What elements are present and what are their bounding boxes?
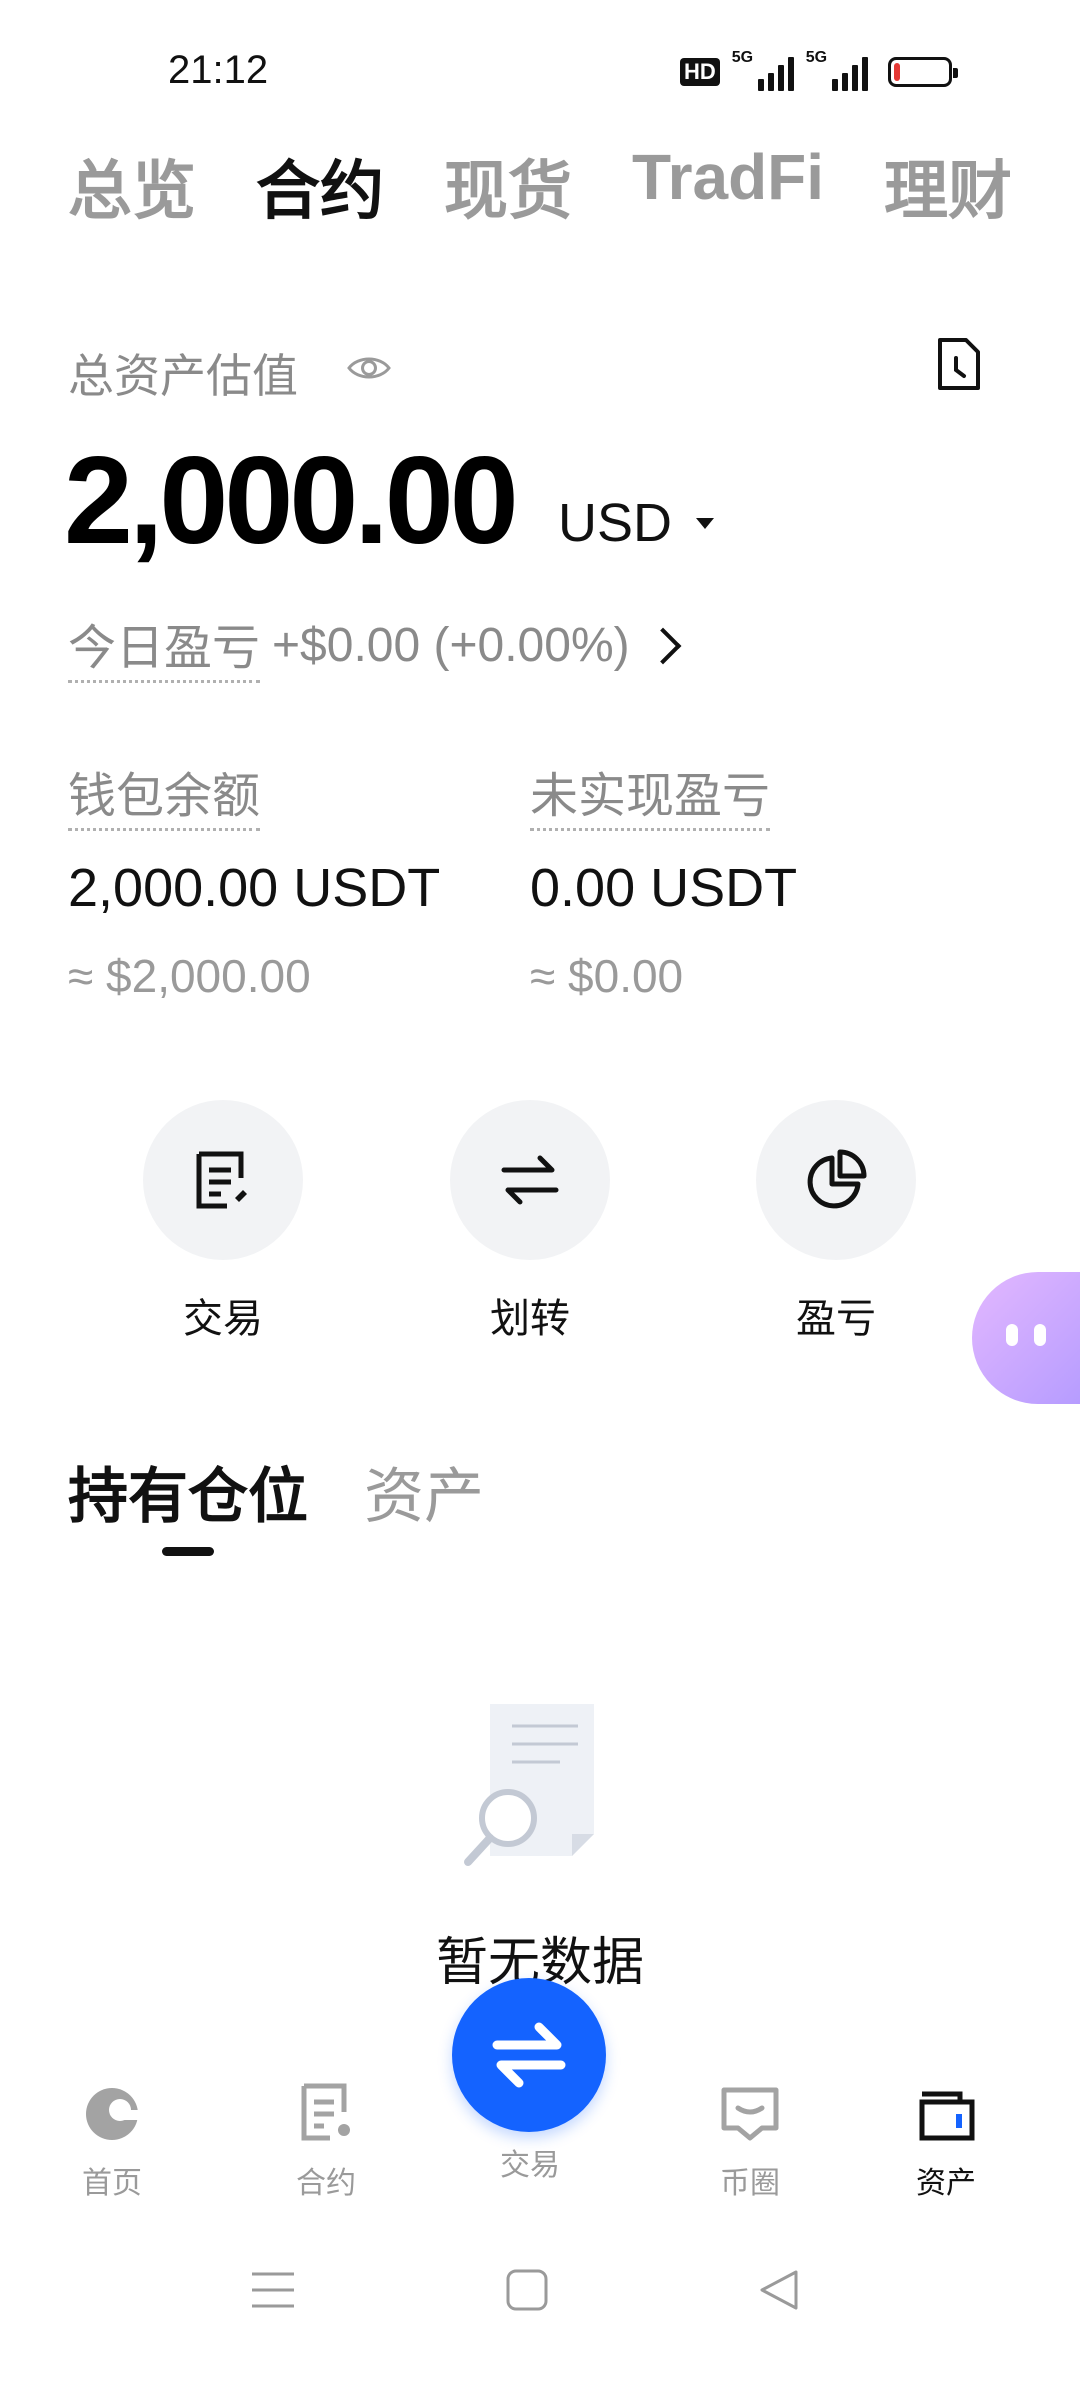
unrealized-pnl-value: 0.00 USDT: [530, 858, 798, 918]
transfer-arrows-icon: [501, 1155, 559, 1205]
wallet-balance-approx: ≈ $2,000.00: [68, 950, 311, 1002]
trade-action-button[interactable]: 交易: [143, 1100, 303, 1344]
nav-trade-label: 交易: [500, 2148, 560, 2183]
swap-fab-button[interactable]: [452, 1978, 606, 2132]
contract-doc-icon: [301, 2083, 350, 2141]
currency-selector[interactable]: USD: [558, 492, 715, 554]
nav-community[interactable]: 币圈: [680, 2080, 820, 2202]
pnl-action-button[interactable]: 盈亏: [756, 1100, 916, 1344]
home-square-icon[interactable]: [505, 2268, 549, 2312]
today-pnl-value: +$0.00 (+0.00%): [272, 619, 630, 672]
today-pnl-label: 今日盈亏: [68, 608, 261, 683]
nav-community-label: 币圈: [720, 2166, 780, 2201]
transfer-action-button[interactable]: 划转: [450, 1100, 610, 1344]
tab-wealth[interactable]: 理财: [884, 140, 1012, 232]
pnl-action-label: 盈亏: [796, 1296, 876, 1342]
signal-2-icon: 5G: [806, 49, 868, 91]
unrealized-pnl-label[interactable]: 未实现盈亏: [530, 756, 771, 831]
wallet-icon: [919, 2091, 975, 2141]
empty-search-document-icon: [464, 1704, 594, 1866]
assistant-eye-icon: [1006, 1324, 1018, 1346]
assistant-eye-icon: [1034, 1324, 1046, 1346]
wallet-balance-label[interactable]: 钱包余额: [68, 756, 261, 831]
unrealized-pnl-block: 未实现盈亏 0.00 USDT ≈ $0.00: [530, 756, 797, 1003]
eye-icon[interactable]: [346, 348, 392, 388]
hd-badge: HD: [680, 58, 720, 86]
menu-icon[interactable]: [250, 2268, 296, 2312]
wallet-balance-value: 2,000.00 USDT: [68, 858, 441, 918]
total-assets-label: 总资产估值: [68, 349, 298, 403]
active-tab-indicator: [162, 1547, 214, 1556]
tab-contract[interactable]: 合约: [256, 140, 384, 232]
nav-assets-label: 资产: [916, 2166, 976, 2201]
wallet-balance-block: 钱包余额 2,000.00 USDT ≈ $2,000.00: [68, 756, 440, 1003]
tab-overview[interactable]: 总览: [68, 140, 196, 232]
status-icons: HD 5G 5G: [680, 49, 958, 92]
swap-arrows-icon: [492, 2022, 566, 2088]
top-tabs: 总览 合约 现货 TradFi 理财: [68, 140, 1012, 232]
battery-icon: [887, 57, 958, 87]
status-time: 21:12: [168, 48, 269, 92]
pie-chart-icon: [807, 1149, 867, 1209]
total-assets-amount: 2,000.00: [64, 432, 519, 570]
unrealized-pnl-approx: ≈ $0.00: [530, 950, 684, 1002]
history-doc-icon[interactable]: [934, 336, 984, 392]
nav-home[interactable]: 首页: [42, 2080, 182, 2202]
home-logo-icon: [86, 2088, 146, 2140]
tab-positions[interactable]: 持有仓位: [68, 1448, 308, 1535]
transfer-action-label: 划转: [490, 1296, 570, 1342]
tab-spot[interactable]: 现货: [444, 140, 572, 232]
caret-down-icon: [696, 517, 715, 529]
today-pnl-row[interactable]: 今日盈亏 +$0.00 (+0.00%): [68, 608, 681, 683]
nav-contract-label: 合约: [296, 2166, 356, 2201]
tab-tradfi[interactable]: TradFi: [632, 140, 824, 232]
nav-assets[interactable]: 资产: [876, 2080, 1016, 2202]
trade-doc-icon: [196, 1151, 247, 1209]
nav-contract[interactable]: 合约: [256, 2080, 396, 2202]
chat-bubble-icon: [721, 2087, 779, 2141]
floating-assistant-button[interactable]: [972, 1272, 1080, 1404]
chevron-right-icon: [644, 627, 681, 664]
currency-label: USD: [558, 493, 673, 553]
signal-1-icon: 5G: [732, 49, 794, 91]
trade-action-label: 交易: [183, 1296, 263, 1342]
section-tabs: 持有仓位 资产: [68, 1448, 484, 1535]
nav-home-label: 首页: [82, 2166, 142, 2201]
back-triangle-icon[interactable]: [758, 2268, 800, 2312]
tab-assets[interactable]: 资产: [364, 1448, 484, 1535]
